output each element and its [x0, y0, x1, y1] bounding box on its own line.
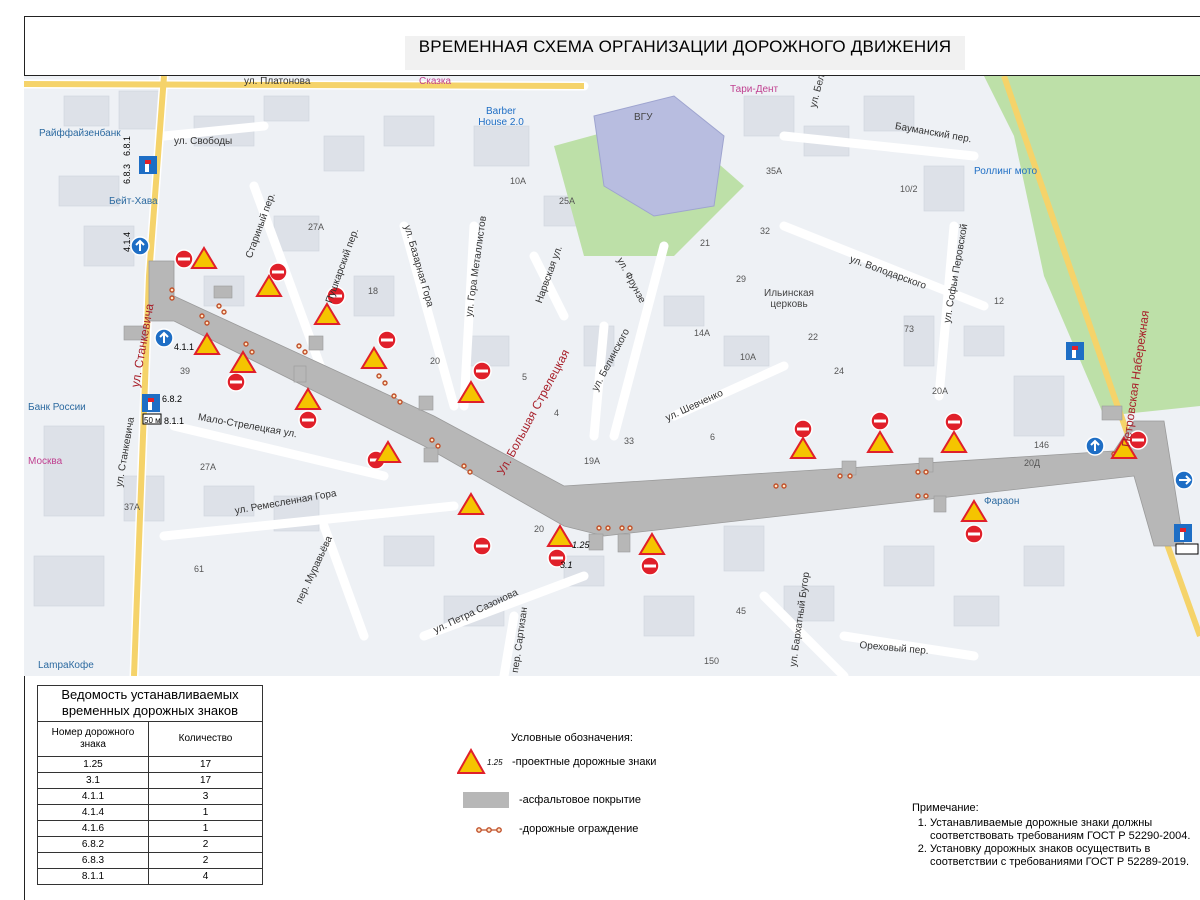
poi-raiffeisen[interactable]: Райффайзенбанк [39, 128, 121, 139]
poi-tari-dent[interactable]: Тари-Дент [730, 84, 778, 95]
legend-sign-code: 1.25 [487, 758, 503, 767]
house-number: 20A [932, 386, 949, 396]
sign-code: 6.8.3 [37, 852, 149, 869]
house-number: 146 [1034, 440, 1050, 450]
page-title: ВРЕМЕННАЯ СХЕМА ОРГАНИЗАЦИИ ДОРОЖНОГО ДВ… [405, 36, 965, 70]
house-number: 37A [124, 502, 141, 512]
table-row: 4.1.4 1 [37, 804, 263, 821]
sign-qty: 17 [148, 756, 263, 773]
sign-code: 6.8.2 [37, 836, 149, 853]
col-header-qty: Количество [148, 721, 263, 757]
legend-title: Условные обозначения: [511, 732, 633, 744]
sign-code-label: 1.25 [572, 540, 590, 550]
sign-qty: 4 [148, 868, 263, 885]
poi-vgu[interactable]: ВГУ [634, 112, 652, 123]
sign-qty: 17 [148, 772, 263, 789]
poi-faraon[interactable]: Фараон [984, 496, 1019, 507]
house-number: 10A [740, 352, 757, 362]
street-label: ул. Свободы [174, 136, 233, 147]
legend-warning-icon [457, 748, 486, 774]
signs-schedule: Ведомость устанавливаемых временных доро… [37, 685, 263, 885]
house-number: 10A [510, 176, 527, 186]
house-number: 20 [430, 356, 441, 366]
sign-code: 4.1.6 [37, 820, 149, 837]
sign-qty: 2 [148, 852, 263, 869]
poi-barber[interactable]: Barber House 2.0 [476, 106, 526, 128]
legend-asphalt-swatch [463, 792, 509, 808]
sign-code-label: 4.1.1 [174, 342, 195, 352]
house-number: 10/2 [900, 184, 918, 194]
sign-qty: 3 [148, 788, 263, 805]
legend-asphalt-label: -асфальтовое покрытие [519, 794, 641, 806]
house-number: 73 [904, 324, 915, 334]
house-number: 35A [766, 166, 783, 176]
sign-code-label: 8.1.1 [164, 416, 185, 426]
house-number: 24 [834, 366, 845, 376]
sign-qty: 1 [148, 820, 263, 837]
house-number: 32 [760, 226, 771, 236]
house-number: 21 [700, 238, 711, 248]
sign-code: 3.1 [37, 772, 149, 789]
house-number: 18 [368, 286, 379, 296]
table-row: 4.1.1 3 [37, 788, 263, 805]
legend-fence-icon [476, 827, 502, 833]
table-row: 3.1 17 [37, 772, 263, 789]
legend-sign-label: -проектные дорожные знаки [512, 756, 657, 768]
schedule-caption: Ведомость устанавливаемых временных доро… [37, 685, 263, 721]
table-row: 6.8.2 2 [37, 836, 263, 853]
note-item: Установку дорожных знаков осуществить в … [930, 843, 1192, 869]
note: Примечание: Устанавливаемые дорожные зна… [912, 802, 1192, 869]
poi-beit-hava[interactable]: Бейт-Хава [109, 196, 158, 207]
house-number: 19A [584, 456, 601, 466]
house-number: 5 [522, 372, 528, 382]
legend: Условные обозначения: 1.25 -проектные до… [455, 730, 755, 840]
sign-code-label: 50 м [144, 416, 161, 425]
house-number: 22 [808, 332, 819, 342]
sign-code-label: 3.1 [560, 560, 573, 570]
sign-code-label: 6.8.3 [122, 163, 132, 184]
poi-ilinskaya[interactable]: Ильинская церковь [764, 288, 814, 310]
house-number: 33 [624, 436, 635, 446]
house-number: 25A [559, 196, 576, 206]
poi-rolling-moto[interactable]: Роллинг мото [974, 166, 1037, 177]
schedule-table: Номер дорожного знака Количество 1.25 17 … [37, 721, 263, 885]
poi-moskva[interactable]: Москва [28, 456, 62, 467]
house-number: 39 [180, 366, 191, 376]
sign-code-label: 6.8.1 [122, 135, 132, 156]
table-row: 1.25 17 [37, 756, 263, 773]
table-row: 8.1.1 4 [37, 868, 263, 885]
house-number: 150 [704, 656, 720, 666]
sign-qty: 2 [148, 836, 263, 853]
house-number: 6 [710, 432, 716, 442]
col-header-sign: Номер дорожного знака [37, 721, 149, 757]
house-number: 14A [694, 328, 711, 338]
poi-skazka[interactable]: Сказка [419, 76, 451, 87]
sign-code: 1.25 [37, 756, 149, 773]
sign-code: 4.1.4 [37, 804, 149, 821]
house-number: 20 [534, 524, 545, 534]
sign-code-label: 4.1.4 [122, 231, 132, 252]
legend-fence-label: -дорожные ограждение [519, 823, 639, 835]
house-number: 4 [554, 408, 560, 418]
table-row: 4.1.6 1 [37, 820, 263, 837]
poi-bank-rossii[interactable]: Банк России [28, 402, 86, 413]
house-number: 45 [736, 606, 747, 616]
note-title: Примечание: [912, 802, 979, 814]
sign-code: 8.1.1 [37, 868, 149, 885]
note-item: Устанавливаемые дорожные знаки должны со… [930, 817, 1192, 843]
house-number: 27A [308, 222, 325, 232]
street-label: ул. Платонова [244, 76, 311, 87]
house-number: 29 [736, 274, 747, 284]
house-number: 20Д [1024, 458, 1041, 468]
table-row: 6.8.3 2 [37, 852, 263, 869]
house-number: 12 [994, 296, 1005, 306]
house-number: 61 [194, 564, 205, 574]
poi-lampakofe[interactable]: LampaКофе [38, 660, 94, 671]
house-number: 27A [200, 462, 217, 472]
map[interactable]: Ул. Большая Стрелецкая ул. Станкевича Пе… [24, 76, 1200, 676]
sign-code-label: 6.8.2 [162, 394, 183, 404]
sign-qty: 1 [148, 804, 263, 821]
sign-code: 4.1.1 [37, 788, 149, 805]
